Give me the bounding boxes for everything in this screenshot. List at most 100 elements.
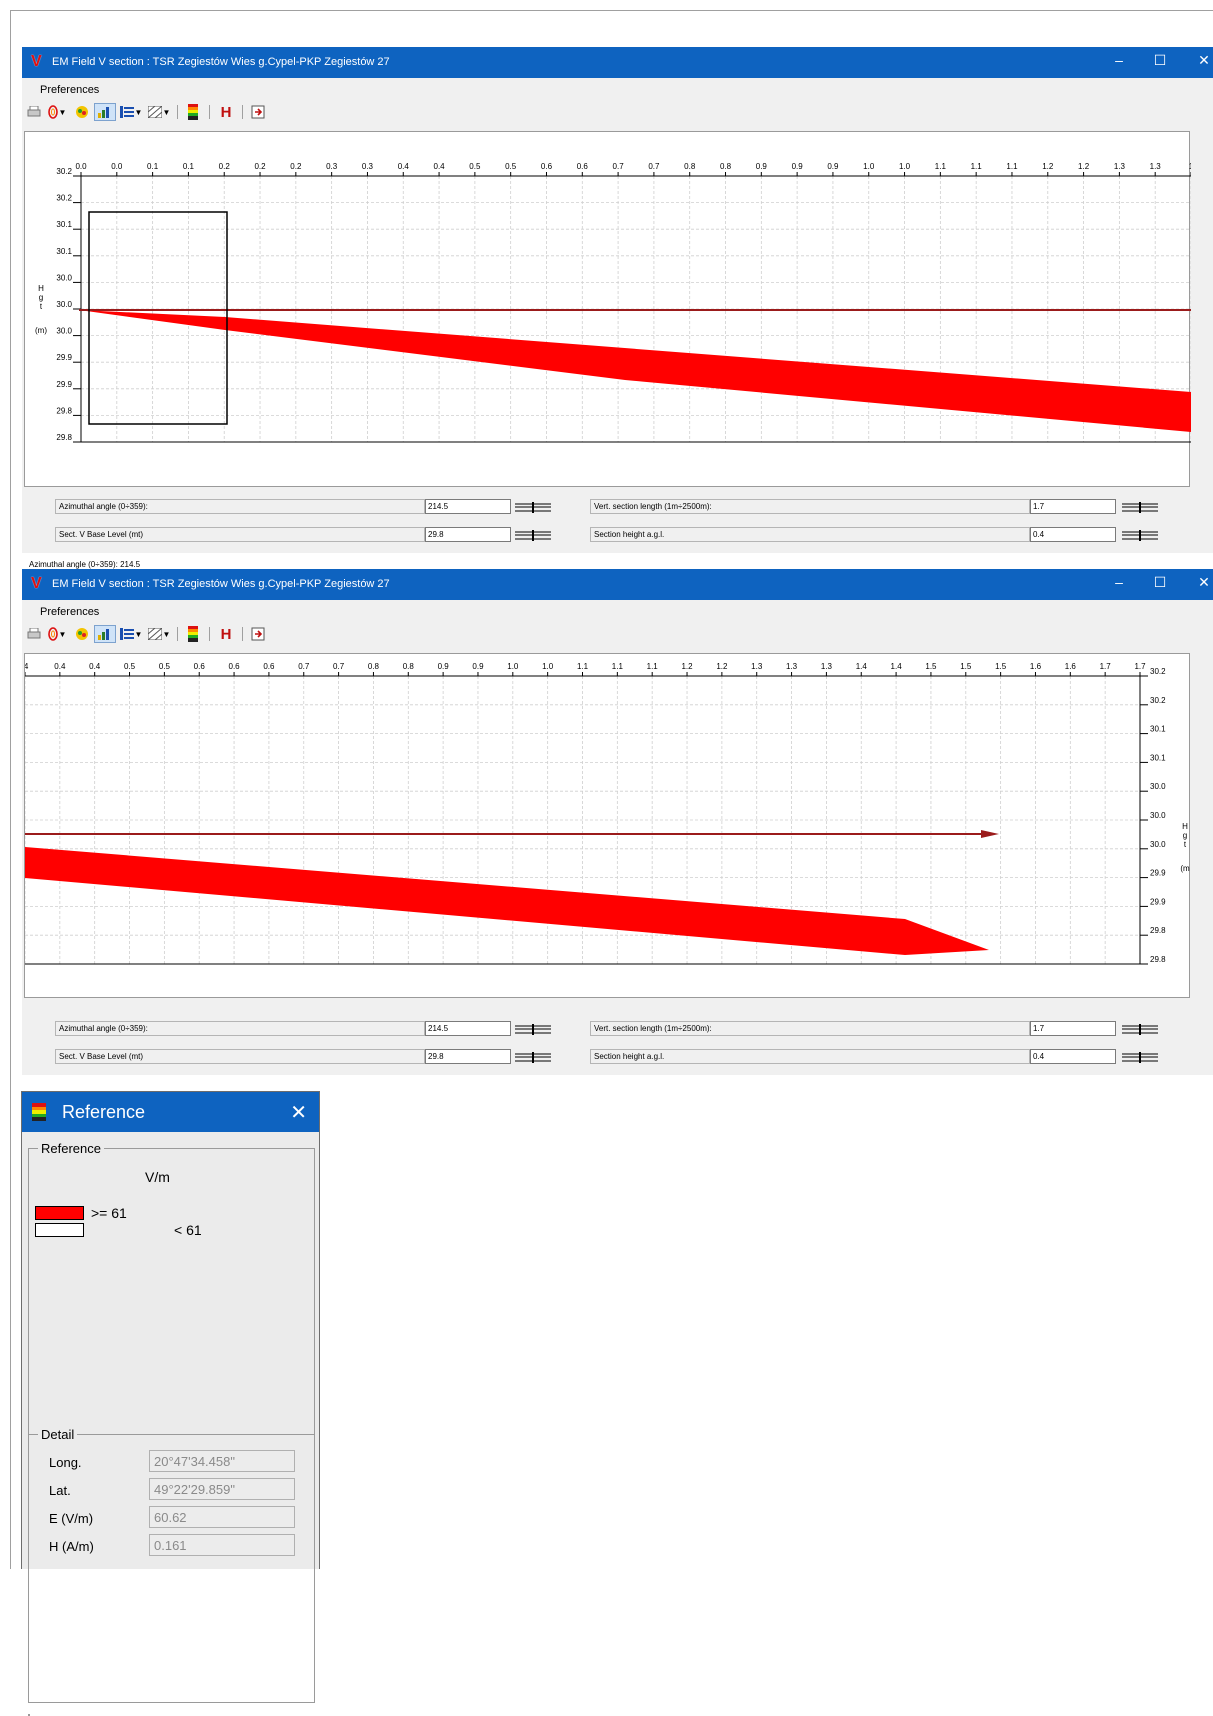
minimize-button[interactable]: –	[1109, 574, 1129, 590]
print-icon[interactable]	[26, 625, 42, 643]
vertical-section-plot[interactable]: .4 0.4 0.4 0.5 0.5 0.6 0.6 0.6 0.7 0.7 0.8 0.8 0.9 0.…	[24, 653, 1190, 998]
x-tick-label: 0.3	[326, 162, 338, 171]
section-length-input[interactable]: 1.7	[1030, 1021, 1116, 1036]
field-colors-icon[interactable]	[72, 103, 92, 121]
title-bar[interactable]: V EM Field V section : TSR Zegiestów Wie…	[22, 47, 1213, 78]
x-tick-label: 0.2	[219, 162, 231, 171]
title-bar[interactable]: V EM Field V section : TSR Zegiestów Wie…	[22, 569, 1213, 600]
base-level-slider[interactable]	[513, 527, 553, 542]
dialog-title-bar[interactable]: Reference ✕	[22, 1092, 319, 1132]
legend-label-high: >= 61	[91, 1205, 127, 1221]
vertical-section-icon[interactable]	[94, 103, 116, 121]
close-button[interactable]: ✕	[1194, 52, 1213, 69]
section-height-input[interactable]: 0.4	[1030, 527, 1116, 542]
x-tick-label: 0.8	[368, 662, 380, 671]
x-tick-label: 0.3	[362, 162, 374, 171]
x-tick-label: 0.2	[290, 162, 302, 171]
app-v-icon: V	[31, 53, 42, 70]
unit-label: V/m	[145, 1169, 170, 1185]
h-field-icon[interactable]: H	[218, 103, 234, 121]
close-button[interactable]: ✕	[1194, 574, 1213, 591]
h-field-value[interactable]: 0.161	[149, 1534, 295, 1556]
field-region	[79, 310, 1191, 432]
azimuth-slider[interactable]	[513, 499, 553, 514]
section-height-slider[interactable]	[1120, 1049, 1160, 1064]
x-tick-label: 0.5	[124, 662, 136, 671]
antenna-pattern-icon[interactable]: ▼	[46, 103, 68, 121]
y-tick-label: 29.9	[1150, 897, 1166, 906]
azimuth-slider[interactable]	[513, 1021, 553, 1036]
legend-swatch-low	[35, 1223, 84, 1237]
azimuth-status-text: Azimuthal angle (0÷359): 214.5	[29, 560, 141, 569]
reference-legend-icon[interactable]	[186, 625, 200, 643]
maximize-button[interactable]: ☐	[1150, 574, 1170, 591]
menu-preferences[interactable]: Preferences	[40, 84, 99, 96]
base-level-input[interactable]: 29.8	[425, 1049, 511, 1064]
x-tick-label: 1	[1189, 162, 1191, 171]
toolbar-separator	[242, 627, 243, 641]
toolbar-separator	[242, 105, 243, 119]
azimuth-label: Azimuthal angle (0÷359):	[55, 499, 425, 514]
h-field-icon[interactable]: H	[218, 625, 234, 643]
print-icon[interactable]	[26, 103, 42, 121]
export-icon[interactable]	[250, 103, 266, 121]
y-tick-label: 29.9	[56, 380, 72, 389]
maximize-button[interactable]: ☐	[1150, 52, 1170, 69]
y-tick-label: 30.0	[1150, 840, 1166, 849]
reference-legend-icon[interactable]	[186, 103, 200, 121]
field-region	[25, 847, 989, 955]
field-colors-icon[interactable]	[72, 625, 92, 643]
y-tick-label: 30.0	[56, 327, 72, 336]
menu-preferences[interactable]: Preferences	[40, 606, 99, 618]
x-tick-label: 1.1	[935, 162, 947, 171]
y-tick-label: 29.8	[1150, 955, 1166, 964]
x-tick-label: 0.7	[298, 662, 310, 671]
close-icon[interactable]: ✕	[290, 1100, 307, 1125]
section-length-label: Vert. section length (1m÷2500m):	[590, 499, 1030, 514]
base-level-input[interactable]: 29.8	[425, 527, 511, 542]
grid-pattern-icon[interactable]: ▼	[146, 625, 172, 643]
reference-group-caption: Reference	[38, 1141, 104, 1156]
base-level-slider[interactable]	[513, 1049, 553, 1064]
y-axis-label: H	[38, 284, 44, 293]
detail-group-caption: Detail	[38, 1427, 78, 1442]
list-view-icon[interactable]: ▼	[118, 625, 144, 643]
x-tick-label: 1.1	[577, 662, 589, 671]
section-height-input[interactable]: 0.4	[1030, 1049, 1116, 1064]
y-tick-label: 30.1	[1150, 725, 1166, 734]
latitude-field[interactable]: 49°22'29.859"	[149, 1478, 295, 1500]
x-tick-label: 0.6	[541, 162, 553, 171]
x-tick-label: 0.7	[613, 162, 625, 171]
x-tick-label: 1.6	[1030, 662, 1042, 671]
minimize-button[interactable]: –	[1109, 52, 1129, 68]
y-tick-label: 29.8	[56, 433, 72, 442]
section-height-label: Section height a.g.l.	[590, 1049, 1030, 1064]
x-tick-label: 1.4	[856, 662, 868, 671]
azimuth-input[interactable]: 214.5	[425, 1021, 511, 1036]
section-height-slider[interactable]	[1120, 527, 1160, 542]
section-length-slider[interactable]	[1120, 499, 1160, 514]
section-length-input[interactable]: 1.7	[1030, 499, 1116, 514]
section-chart-svg: .4 0.4 0.4 0.5 0.5 0.6 0.6 0.6 0.7 0.7 0.8 0.8 0.9 0.…	[25, 662, 1190, 965]
x-tick-label: 0.9	[438, 662, 450, 671]
x-tick-label: 1.5	[995, 662, 1007, 671]
longitude-field[interactable]: 20°47'34.458"	[149, 1450, 295, 1472]
grid-pattern-icon[interactable]: ▼	[146, 103, 172, 121]
azimuth-input[interactable]: 214.5	[425, 499, 511, 514]
legend-swatch-high	[35, 1206, 84, 1220]
list-view-icon[interactable]: ▼	[118, 103, 144, 121]
toolbar-separator	[177, 627, 178, 641]
y-tick-label: 30.2	[1150, 696, 1166, 705]
section-length-slider[interactable]	[1120, 1021, 1160, 1036]
e-field-value[interactable]: 60.62	[149, 1506, 295, 1528]
window-title: EM Field V section : TSR Zegiestów Wies …	[52, 578, 390, 590]
antenna-pattern-icon[interactable]: ▼	[46, 625, 68, 643]
toolbar: ▼ ▼ ▼ H	[22, 100, 1213, 124]
x-tick-label: 0.6	[229, 662, 241, 671]
x-tick-label: 0.9	[827, 162, 839, 171]
y-tick-label: 29.9	[1150, 869, 1166, 878]
export-icon[interactable]	[250, 625, 266, 643]
vertical-section-icon[interactable]	[94, 625, 116, 643]
vertical-section-plot[interactable]: 0.0 0.0 0.1 0.1 0.2 0.2 0.2 0.3 0.3 0.4 0.4 0.5 0.5 0…	[24, 131, 1191, 569]
x-tick-label: 0.4	[54, 662, 66, 671]
